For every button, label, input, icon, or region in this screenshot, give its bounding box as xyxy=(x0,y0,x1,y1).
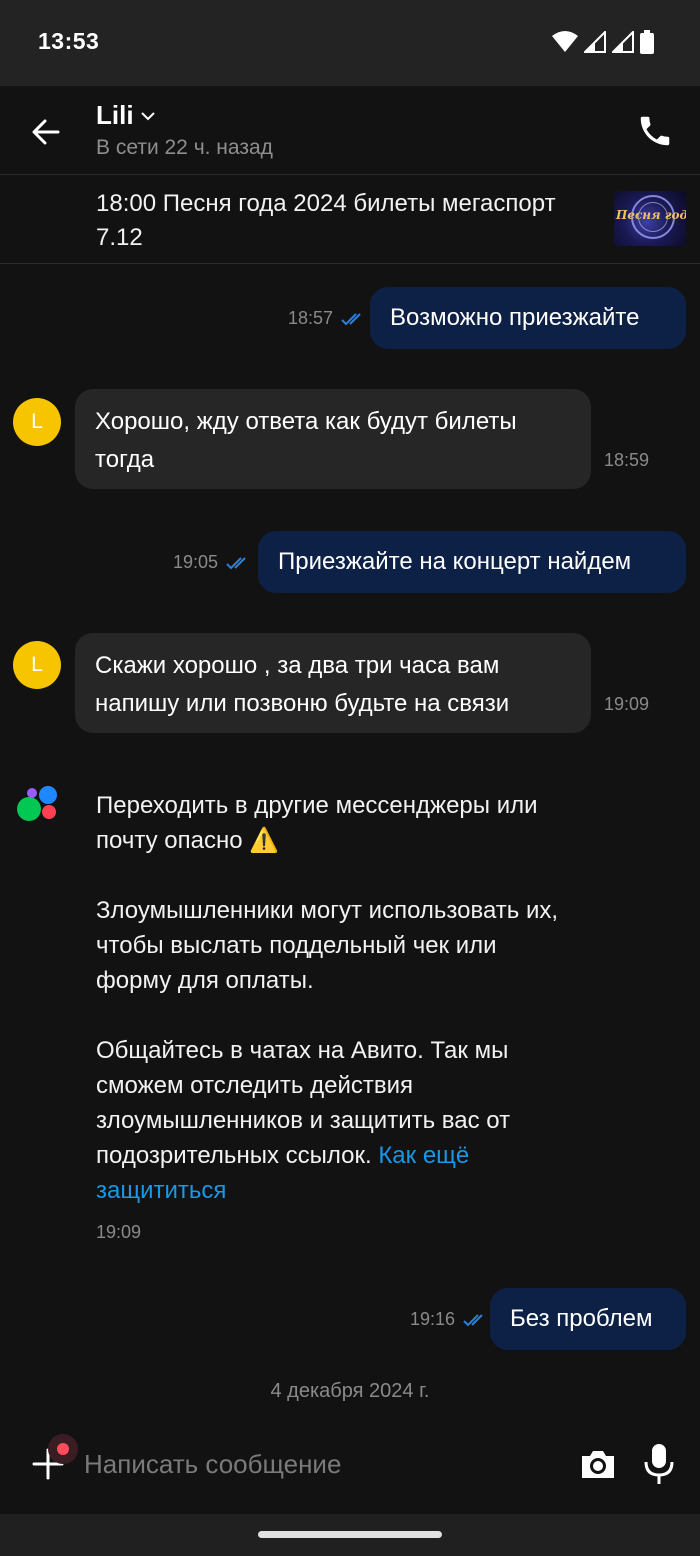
notice-paragraph: Злоумышленники могут использовать их, чт… xyxy=(96,897,559,994)
chat-header: Lili В сети 22 ч. назад xyxy=(0,86,700,175)
listing-banner[interactable]: 18:00 Песня года 2024 билеты мегаспорт 7… xyxy=(0,175,700,264)
outgoing-message[interactable]: Без проблем xyxy=(490,1288,686,1350)
incoming-message[interactable]: Скажи хорошо , за два три часа вам напиш… xyxy=(75,633,591,733)
phone-icon[interactable] xyxy=(636,112,674,150)
message-text: Возможно приезжайте xyxy=(390,304,640,331)
status-icons xyxy=(552,28,654,56)
message-time: 19:16 xyxy=(410,1309,456,1329)
incoming-message[interactable]: Хорошо, жду ответа как будут билеты тогд… xyxy=(75,389,591,489)
double-check-icon xyxy=(341,312,361,325)
thumbnail-text: Песня года xyxy=(616,208,686,222)
message-text: Приезжайте на концерт найдем xyxy=(278,548,632,575)
avatar-letter: L xyxy=(31,410,43,433)
message-time: 19:09 xyxy=(604,694,650,714)
contact-status: В сети 22 ч. назад xyxy=(96,136,273,159)
wifi-icon xyxy=(552,31,578,52)
microphone-icon[interactable] xyxy=(640,1442,678,1486)
message-meta: 19:16 xyxy=(410,1309,487,1330)
listing-title: 18:00 Песня года 2024 билеты мегаспорт 7… xyxy=(96,190,556,251)
status-time: 13:53 xyxy=(38,28,100,54)
chevron-down-icon[interactable] xyxy=(140,108,156,124)
outgoing-message[interactable]: Приезжайте на концерт найдем xyxy=(258,531,686,593)
message-meta: 19:05 xyxy=(173,552,250,573)
avito-logo-icon xyxy=(17,786,57,821)
battery-icon xyxy=(640,30,654,54)
contact-name[interactable]: Lili xyxy=(96,100,134,131)
message-meta: 18:57 xyxy=(288,308,365,329)
message-composer xyxy=(0,1416,700,1514)
date-separator: 4 декабря 2024 г. xyxy=(270,1380,430,1402)
message-text: Хорошо, жду ответа как будут билеты тогд… xyxy=(95,408,517,473)
avatar[interactable]: L xyxy=(13,398,61,446)
message-text: Без проблем xyxy=(510,1305,653,1332)
status-bar: 13:53 xyxy=(0,0,700,86)
safety-notice: Переходить в другие мессенджеры или почт… xyxy=(96,788,576,1208)
message-time: 18:57 xyxy=(288,308,334,328)
message-time: 19:09 xyxy=(96,1222,142,1242)
message-input[interactable] xyxy=(84,1440,554,1488)
message-time: 18:59 xyxy=(604,450,650,470)
signal-icon xyxy=(612,31,634,53)
avatar[interactable]: L xyxy=(13,641,61,689)
navigation-bar xyxy=(0,1514,700,1556)
outgoing-message[interactable]: Возможно приезжайте xyxy=(370,287,686,349)
signal-icon xyxy=(584,31,606,53)
double-check-icon xyxy=(226,556,246,569)
notice-paragraph: Общайтесь в чатах на Авито. Так мы сможе… xyxy=(96,1033,576,1208)
message-text: Скажи хорошо , за два три часа вам напиш… xyxy=(95,652,510,717)
back-arrow-icon[interactable] xyxy=(28,114,64,150)
home-gesture-handle[interactable] xyxy=(258,1531,442,1538)
camera-icon[interactable] xyxy=(578,1444,618,1484)
notification-dot xyxy=(48,1434,78,1464)
avatar-letter: L xyxy=(31,653,43,676)
message-time: 19:05 xyxy=(173,552,219,572)
double-check-icon xyxy=(463,1313,483,1326)
listing-thumbnail[interactable]: Песня года xyxy=(614,191,686,246)
notice-paragraph: Переходить в другие мессенджеры или почт… xyxy=(96,792,538,854)
